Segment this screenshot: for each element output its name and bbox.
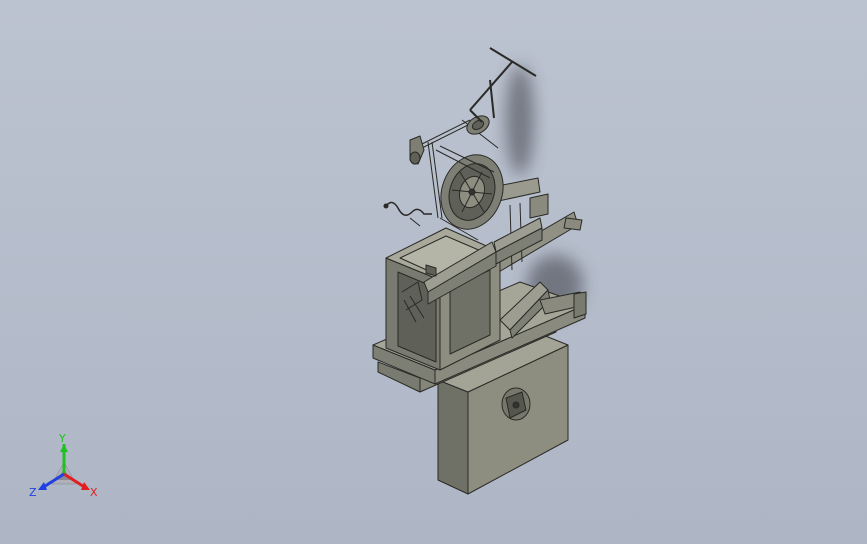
upper-pulley [466, 115, 490, 135]
hand-lever[interactable] [383, 201, 432, 227]
3d-model-view[interactable] [0, 0, 867, 544]
triad-z-label: Z [29, 486, 37, 499]
triad-y-label: Y [58, 432, 66, 445]
orientation-triad[interactable]: Y X Z [24, 430, 108, 506]
cad-graphics-viewport[interactable]: Y X Z [0, 0, 867, 544]
saw-disc[interactable] [431, 146, 513, 238]
triad-x-label: X [90, 486, 98, 499]
crank-knob[interactable] [409, 135, 425, 165]
